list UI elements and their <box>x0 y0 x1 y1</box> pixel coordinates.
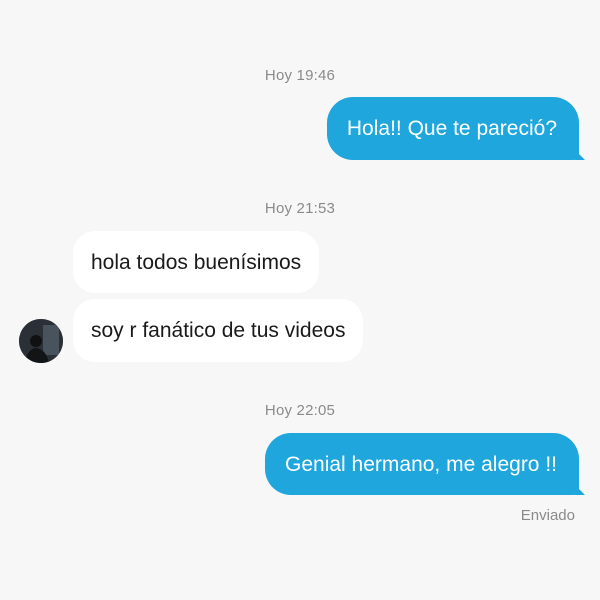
message-text: soy r fanático de tus videos <box>91 319 346 342</box>
chat-screen: Hoy 19:46 Hola!! Que te pareció? Hoy 21:… <box>0 0 600 600</box>
avatar-photo-icon <box>19 319 63 363</box>
message-text: Hola!! Que te pareció? <box>346 117 557 140</box>
message-text: Genial hermano, me alegro !! <box>285 452 557 476</box>
message-thread: Hoy 19:46 Hola!! Que te pareció? Hoy 21:… <box>0 0 600 600</box>
incoming-message[interactable]: hola todos buenísimos <box>73 231 320 293</box>
outgoing-message[interactable]: Genial hermano, me alegro !! <box>265 433 579 495</box>
message-text: hola todos buenísimos <box>91 250 302 274</box>
user-avatar[interactable] <box>19 319 63 363</box>
delivery-status: Enviado <box>520 507 575 524</box>
timestamp-2: Hoy 21:53 <box>264 200 336 217</box>
incoming-message[interactable]: soy r fanático de tus videos <box>73 299 364 362</box>
timestamp-3: Hoy 22:05 <box>264 402 336 419</box>
outgoing-message[interactable]: Hola!! Que te pareció? <box>326 97 579 160</box>
timestamp-1: Hoy 19:46 <box>264 67 336 84</box>
